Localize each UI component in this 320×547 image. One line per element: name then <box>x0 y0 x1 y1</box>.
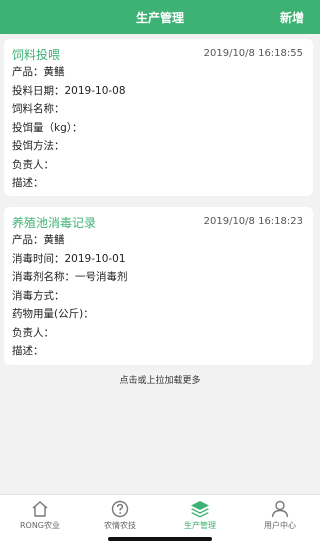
row-label: 负责人： <box>12 326 54 339</box>
record-row-feed-method: 投饵方法： <box>12 137 305 156</box>
row-label: 描述： <box>12 345 44 357</box>
record-time: 2019/10/8 16:18:55 <box>203 48 303 59</box>
record-row-owner: 负责人： <box>12 156 305 175</box>
tab-label: 生产管理 <box>184 521 216 530</box>
row-value: 一号消毒剂 <box>75 271 128 283</box>
record-row-feed-name: 饲料名称： <box>12 100 305 119</box>
row-label: 药物用量(公斤)： <box>12 308 94 320</box>
row-label: 产品： <box>12 234 44 246</box>
row-value: 黄鳝 <box>43 234 65 246</box>
record-row-product: 产品：黄鳝 <box>12 63 305 82</box>
row-label: 负责人： <box>12 158 54 171</box>
row-label: 消毒剂名称： <box>12 271 75 283</box>
record-card[interactable]: 饲料投喂 2019/10/8 16:18:55 产品：黄鳝 投料日期：2019-… <box>4 39 313 196</box>
row-label: 饲料名称： <box>12 103 65 115</box>
tab-production[interactable]: 生产管理 <box>160 500 240 531</box>
row-label: 产品： <box>12 66 44 78</box>
record-row-product: 产品：黄鳝 <box>12 231 305 250</box>
record-row-dosage: 药物用量(公斤)： <box>12 305 305 324</box>
row-label: 消毒时间： <box>12 252 65 265</box>
tab-label: 农情农技 <box>104 521 136 530</box>
add-button[interactable]: 新增 <box>280 9 304 26</box>
page-title: 生产管理 <box>135 11 184 25</box>
row-label: 投饵量（kg）： <box>12 121 83 134</box>
record-card[interactable]: 养殖池消毒记录 2019/10/8 16:18:23 产品：黄鳝 消毒时间：20… <box>4 207 313 365</box>
row-label: 投料日期： <box>12 84 65 97</box>
tab-home[interactable]: RONG农业 <box>0 500 80 531</box>
tab-label: RONG农业 <box>19 521 61 530</box>
record-row-disinfect-method: 消毒方式： <box>12 287 305 306</box>
record-row-feed-date: 投料日期：2019-10-08 <box>12 82 305 101</box>
tab-agri-tech[interactable]: 农情农技 <box>80 500 160 531</box>
row-label: 消毒方式： <box>12 289 65 302</box>
row-label: 投饵方法： <box>12 140 65 152</box>
row-value: 2019-10-08 <box>64 84 126 97</box>
row-value: 2019-10-01 <box>64 252 126 265</box>
row-label: 描述： <box>12 177 44 189</box>
record-row-description: 描述： <box>12 342 305 361</box>
tab-user-center[interactable]: 用户中心 <box>240 500 320 531</box>
record-time: 2019/10/8 16:18:23 <box>203 216 303 227</box>
home-indicator[interactable] <box>108 537 212 541</box>
row-value: 黄鳝 <box>43 66 65 78</box>
app-header: 生产管理 新增 <box>0 0 320 34</box>
home-icon <box>32 501 48 517</box>
record-row-owner: 负责人： <box>12 324 305 343</box>
question-icon <box>111 500 129 518</box>
record-row-description: 描述： <box>12 174 305 193</box>
record-row-disinfect-time: 消毒时间：2019-10-01 <box>12 250 305 269</box>
record-row-disinfectant-name: 消毒剂名称：一号消毒剂 <box>12 268 305 287</box>
tab-label: 用户中心 <box>264 521 296 530</box>
user-icon <box>271 500 289 518</box>
load-more-button[interactable]: 点击或上拉加载更多 <box>0 373 320 386</box>
layers-icon <box>191 501 209 518</box>
record-row-feed-amount: 投饵量（kg）： <box>12 119 305 138</box>
